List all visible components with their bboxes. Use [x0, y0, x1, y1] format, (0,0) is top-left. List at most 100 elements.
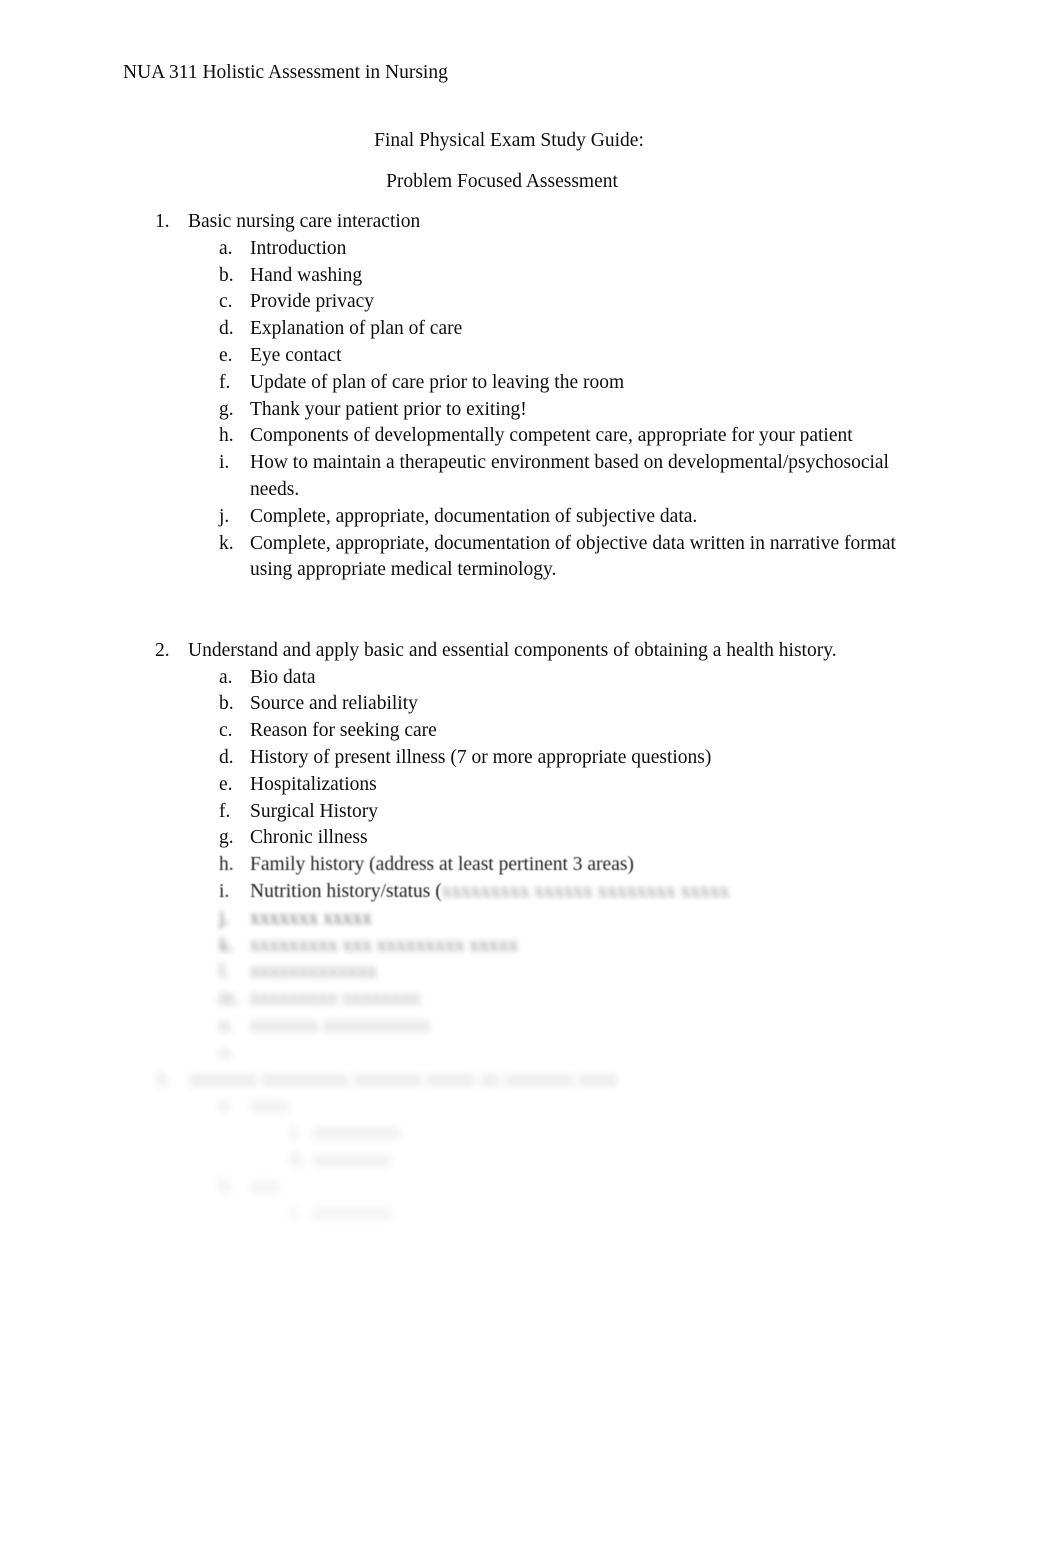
list-marker: 1. — [155, 211, 170, 232]
list-marker: f. — [219, 800, 231, 822]
list-text: Hand washing — [250, 264, 363, 286]
list-text: Nutrition history/status (xxxxxxxxx xxxx… — [250, 879, 912, 906]
list-text: Understand and apply basic and essential… — [188, 639, 837, 661]
list-item: f. Update of plan of care prior to leavi… — [123, 370, 913, 397]
document-header: NUA 311 Holistic Assessment in Nursing — [123, 62, 448, 83]
document-title-primary: Final Physical Exam Study Guide: — [374, 130, 644, 151]
list-item: d. Explanation of plan of care — [123, 316, 913, 343]
list-marker: 2. — [155, 639, 170, 661]
section-3-heading-obscured: 3. xxxxxxx xxxxxxxxx xxxxxxx xxxxx xx xx… — [123, 1067, 913, 1094]
list-text: xxxxxxxxx xxx xxxxxxxxx xxxxx — [250, 934, 519, 956]
document-page: NUA 311 Holistic Assessment in Nursing F… — [0, 0, 1062, 1561]
list-text: Source and reliability — [250, 693, 418, 715]
list-marker: j. — [219, 505, 230, 527]
list-text: Hospitalizations — [250, 773, 377, 795]
list-marker: i. — [219, 452, 230, 474]
list-text: xxxxxxxx — [313, 1202, 391, 1224]
list-text: Chronic illness — [250, 827, 368, 849]
list-item-obscured: o. — [123, 1040, 913, 1067]
list-text: xxxxxxxxxxxxx — [250, 961, 377, 983]
list-item: g. Chronic illness — [123, 825, 913, 852]
list-marker: d. — [219, 318, 234, 340]
list-text: Explanation of plan of care — [250, 318, 463, 340]
list-item: a. Bio data — [123, 665, 913, 692]
list-item: e. Hospitalizations — [123, 772, 913, 799]
list-marker: c. — [219, 720, 233, 742]
list-marker: b. — [219, 693, 234, 715]
list-item-obscured: m. xxxxxxxxx xxxxxxxx — [123, 986, 913, 1013]
list-item-obscured: k. xxxxxxxxx xxx xxxxxxxxx xxxxx — [123, 933, 913, 960]
list-subitem-obscured: i. xxxxxxxx — [123, 1200, 913, 1227]
list-marker: b. — [219, 264, 234, 286]
list-marker: h. — [219, 854, 234, 876]
list-text: xxxxxxxxx xxxxxxxx — [250, 988, 421, 1010]
list-text: xxxx — [250, 1095, 289, 1117]
list-item-obscured: a. xxxx — [123, 1093, 913, 1120]
list-marker: k. — [219, 532, 234, 554]
list-marker: m. — [219, 988, 240, 1010]
list-text: Surgical History — [250, 800, 379, 822]
list-item: h. Family history (address at least pert… — [123, 852, 913, 879]
list-text: Reason for seeking care — [250, 720, 437, 742]
list-text: How to maintain a therapeutic environmen… — [250, 452, 889, 500]
list-item: j. Complete, appropriate, documentation … — [123, 504, 913, 531]
list-text: xxxxxxx xxxxxxxxxxx — [250, 1014, 431, 1036]
list-marker: o. — [219, 1041, 234, 1063]
list-marker: n. — [219, 1014, 234, 1036]
list-text: Family history (address at least pertine… — [250, 854, 634, 876]
list-marker: a. — [219, 666, 233, 688]
list-item-obscured: j. xxxxxxx xxxxx — [123, 906, 913, 933]
list-text: xxxxxxx xxxxx — [250, 907, 372, 929]
list-item: i. How to maintain a therapeutic environ… — [123, 450, 913, 504]
list-text: Components of developmentally competent … — [250, 425, 853, 447]
list-item: b. Hand washing — [123, 263, 913, 290]
list-item: e. Eye contact — [123, 343, 913, 370]
list-marker: g. — [219, 398, 234, 420]
list-marker: l. — [219, 961, 230, 983]
list-marker: 3. — [155, 1068, 170, 1090]
list-item: h. Components of developmentally compete… — [123, 423, 913, 450]
list-item: d. History of present illness (7 or more… — [123, 745, 913, 772]
list-text: Update of plan of care prior to leaving … — [250, 371, 625, 393]
list-marker: h. — [219, 425, 234, 447]
list-subitem-obscured: i. xxxxxxxxx — [123, 1120, 913, 1147]
outline-body: 1. Basic nursing care interaction a. Int… — [123, 209, 913, 1227]
list-item-obscured: b. xxx — [123, 1174, 913, 1201]
list-marker: i. — [219, 880, 230, 902]
list-text: History of present illness (7 or more ap… — [250, 746, 712, 768]
list-text: Thank your patient prior to exiting! — [250, 398, 527, 420]
list-item: c. Provide privacy — [123, 289, 913, 316]
section-1-heading: 1. Basic nursing care interaction — [123, 209, 913, 236]
list-marker: e. — [219, 344, 233, 366]
list-marker: d. — [219, 746, 234, 768]
list-text: Basic nursing care interaction — [188, 211, 421, 232]
section-2-heading: 2. Understand and apply basic and essent… — [123, 638, 913, 665]
list-item: b. Source and reliability — [123, 691, 913, 718]
list-text: Eye contact — [250, 344, 342, 366]
list-item-obscured: l. xxxxxxxxxxxxx — [123, 959, 913, 986]
list-text: Complete, appropriate, documentation of … — [250, 532, 896, 581]
list-marker: a. — [219, 1095, 233, 1117]
document-title-secondary: Problem Focused Assessment — [386, 171, 618, 192]
list-marker: b. — [219, 1175, 234, 1197]
list-marker: k. — [219, 934, 234, 956]
list-item: a. Introduction — [123, 236, 913, 263]
list-text: Introduction — [250, 237, 347, 259]
list-marker: c. — [219, 291, 233, 313]
list-text: xxxxxxx xxxxxxxxx xxxxxxx xxxxx xx xxxxx… — [188, 1068, 617, 1090]
list-marker: i. — [290, 1122, 301, 1144]
list-marker: a. — [219, 237, 233, 259]
list-marker: j. — [219, 907, 230, 929]
list-text: Complete, appropriate, documentation of … — [250, 505, 698, 527]
list-item: k. Complete, appropriate, documentation … — [123, 531, 913, 585]
list-item-obscured: n. xxxxxxx xxxxxxxxxxx — [123, 1013, 913, 1040]
list-marker: f. — [219, 371, 231, 393]
list-text: Provide privacy — [250, 291, 375, 313]
list-item: g. Thank your patient prior to exiting! — [123, 397, 913, 424]
list-item: c. Reason for seeking care — [123, 718, 913, 745]
list-text: Bio data — [250, 666, 316, 688]
list-text-obscured: xxxxxxxxx xxxxxx xxxxxxxx xxxxx — [441, 880, 730, 902]
list-marker: g. — [219, 827, 234, 849]
list-text: xxxxxxxxx — [313, 1122, 401, 1144]
